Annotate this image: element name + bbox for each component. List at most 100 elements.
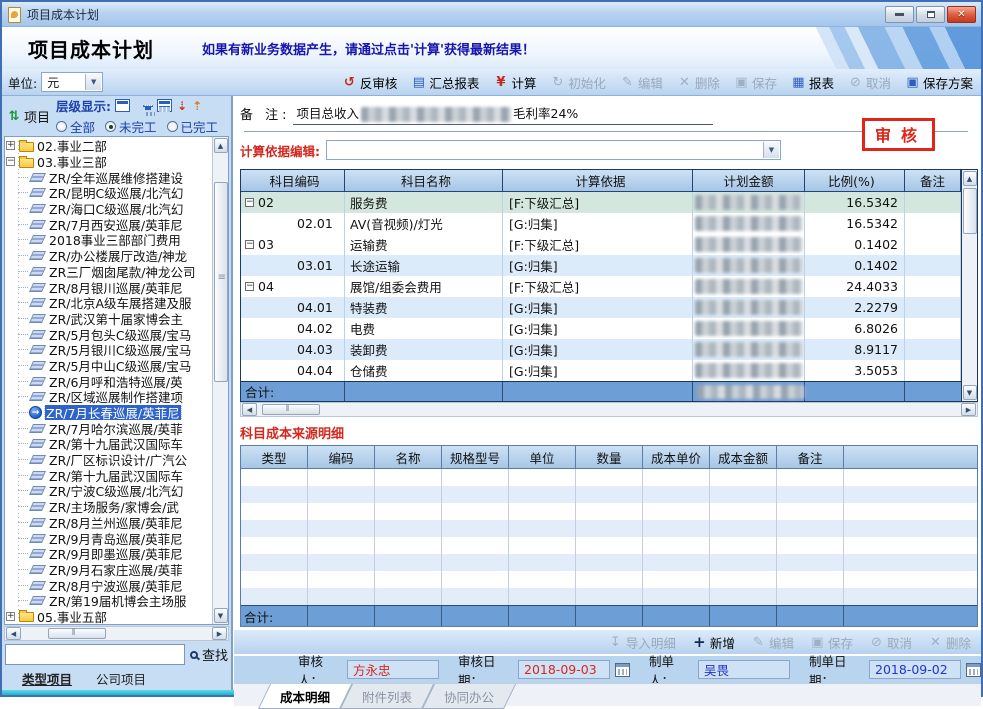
table-row[interactable]: −02服务费[F:下级汇总]16.5342 bbox=[241, 192, 961, 213]
expander-icon[interactable]: + bbox=[6, 612, 15, 621]
tree-horizontal-scrollbar[interactable]: ◀ ▶ bbox=[4, 626, 229, 641]
add-button[interactable]: 新增 bbox=[692, 633, 735, 652]
view-grid-icon[interactable] bbox=[157, 99, 172, 112]
audit-undo-button[interactable]: 反审核 bbox=[342, 73, 398, 92]
maker-field[interactable]: 吴畏 bbox=[698, 660, 790, 679]
tree-vertical-scrollbar[interactable]: ▲ ▼ bbox=[212, 137, 228, 624]
tab-公司项目[interactable]: 公司项目 bbox=[86, 667, 160, 690]
scroll-thumb[interactable] bbox=[262, 404, 320, 415]
expander-icon[interactable]: + bbox=[6, 141, 15, 150]
collapse-icon[interactable]: − bbox=[245, 282, 254, 291]
view-dots-icon[interactable] bbox=[143, 105, 153, 107]
tree-item[interactable]: −03.事业三部 bbox=[5, 154, 212, 170]
calc-basis-select[interactable]: ▼ bbox=[326, 140, 781, 160]
tree-item[interactable]: +02.事业二部 bbox=[5, 138, 212, 154]
cost-table-vertical-scrollbar[interactable]: ▲ ▼ bbox=[961, 170, 977, 401]
tree-item[interactable]: ZR/第十九届武汉国际车 bbox=[5, 467, 212, 483]
tree-item[interactable]: ZR/厂区标识设计/广汽公 bbox=[5, 452, 212, 468]
tree-item[interactable]: ZR三厂烟囱尾款/神龙公司 bbox=[5, 264, 212, 280]
scroll-left-icon[interactable]: ◀ bbox=[6, 627, 21, 640]
radio-未完工[interactable]: 未完工 bbox=[105, 117, 157, 136]
tree-item[interactable]: ZR/8月兰州巡展/英菲尼 bbox=[5, 515, 212, 531]
table-row[interactable]: 03.01长途运输[G:归集]0.1402 bbox=[241, 255, 961, 276]
tree-item[interactable]: +05.事业五部 bbox=[5, 609, 212, 624]
remark-field[interactable]: 项目总收入 毛利率24% bbox=[293, 101, 713, 125]
tree-item[interactable]: ZR/5月中山C级巡展/宝马 bbox=[5, 358, 212, 374]
tree-item[interactable]: ZR/昆明C级巡展/北汽幻 bbox=[5, 185, 212, 201]
collapse-icon[interactable]: − bbox=[245, 240, 254, 249]
make-date-field[interactable]: 2018-09-02 bbox=[869, 660, 961, 679]
scroll-right-icon[interactable]: ▶ bbox=[212, 627, 227, 640]
empty-detail-row[interactable] bbox=[241, 588, 977, 605]
empty-detail-row[interactable] bbox=[241, 520, 977, 537]
chevron-down-icon[interactable]: ▼ bbox=[85, 74, 101, 90]
minimize-button[interactable] bbox=[885, 6, 914, 23]
calendar-icon[interactable] bbox=[615, 663, 630, 677]
view-simple-icon[interactable] bbox=[115, 99, 130, 112]
tree-item[interactable]: ZR/宁波C级巡展/北汽幻 bbox=[5, 483, 212, 499]
table-row[interactable]: 04.01特装费[G:归集]2.2279 bbox=[241, 297, 961, 318]
tree-item[interactable]: ZR/8月银川巡展/英菲尼 bbox=[5, 279, 212, 295]
search-input[interactable] bbox=[5, 644, 185, 665]
scroll-right-icon[interactable]: ▶ bbox=[961, 403, 976, 416]
review-date-field[interactable]: 2018-09-03 bbox=[518, 660, 610, 679]
close-button[interactable]: ✕ bbox=[947, 6, 976, 23]
summary-report-button[interactable]: 汇总报表 bbox=[411, 73, 479, 92]
tree-item[interactable]: ZR/5月包头C级巡展/宝马 bbox=[5, 326, 212, 342]
refresh-icon[interactable]: ⇅ bbox=[7, 109, 21, 124]
empty-detail-row[interactable] bbox=[241, 469, 977, 486]
calendar-icon[interactable] bbox=[966, 663, 981, 677]
find-button[interactable]: 查找 bbox=[190, 645, 228, 664]
table-row[interactable]: −04展馆/组委会费用[F:下级汇总]24.4033 bbox=[241, 276, 961, 297]
chevron-down-icon[interactable]: ▼ bbox=[763, 142, 779, 158]
expander-icon[interactable]: − bbox=[6, 157, 15, 166]
tree-item[interactable]: ZR/9月石家庄巡展/英菲 bbox=[5, 562, 212, 578]
restore-button[interactable] bbox=[916, 6, 945, 23]
report-button[interactable]: 报表 bbox=[791, 73, 834, 92]
scroll-up-icon[interactable]: ▲ bbox=[214, 138, 228, 153]
tree-item[interactable]: ZR/办公楼展厅改造/神龙 bbox=[5, 248, 212, 264]
scroll-up-icon[interactable]: ▲ bbox=[963, 171, 977, 186]
tree-item[interactable]: ZR/区域巡展制作搭建项 bbox=[5, 389, 212, 405]
tree-item[interactable]: ZR/第19届机博会主场服 bbox=[5, 593, 212, 609]
tree-item[interactable]: ZR/武汉第十届家博会主 bbox=[5, 311, 212, 327]
tree-item[interactable]: ZR/海口C级巡展/北汽幻 bbox=[5, 201, 212, 217]
empty-detail-row[interactable] bbox=[241, 537, 977, 554]
empty-detail-row[interactable] bbox=[241, 503, 977, 520]
tree-item[interactable]: →ZR/7月长春巡展/英菲尼 bbox=[5, 405, 212, 421]
table-row[interactable]: −03运输费[F:下级汇总]0.1402 bbox=[241, 234, 961, 255]
tree-item[interactable]: ZR/7月哈尔滨巡展/英菲 bbox=[5, 420, 212, 436]
scroll-down-icon[interactable]: ▼ bbox=[963, 385, 977, 400]
sort-ascending-icon[interactable]: ⇡ bbox=[192, 99, 202, 113]
scroll-left-icon[interactable]: ◀ bbox=[242, 403, 257, 416]
tree-item[interactable]: ZR/9月青岛巡展/英菲尼 bbox=[5, 530, 212, 546]
scroll-down-icon[interactable]: ▼ bbox=[214, 608, 228, 623]
cost-table-horizontal-scrollbar[interactable]: ◀ ▶ bbox=[240, 402, 978, 417]
reviewer-field[interactable]: 方永忠 bbox=[347, 660, 439, 679]
tree-item[interactable]: ZR/9月即墨巡展/英菲尼 bbox=[5, 546, 212, 562]
tree-item[interactable]: ZR/7月西安巡展/英菲尼 bbox=[5, 216, 212, 232]
tree-item[interactable]: ZR/6月呼和浩特巡展/英 bbox=[5, 373, 212, 389]
tree-item[interactable]: ZR/主场服务/家博会/武 bbox=[5, 499, 212, 515]
tree-item[interactable]: 2018事业三部部门费用 bbox=[5, 232, 212, 248]
empty-detail-row[interactable] bbox=[241, 486, 977, 503]
scroll-thumb[interactable] bbox=[963, 188, 977, 234]
table-row[interactable]: 04.04仓储费[G:归集]3.5053 bbox=[241, 360, 961, 381]
collapse-icon[interactable]: − bbox=[245, 198, 254, 207]
tree-item[interactable]: ZR/北京A级车展搭建及服 bbox=[5, 295, 212, 311]
empty-detail-row[interactable] bbox=[241, 554, 977, 571]
scroll-thumb[interactable] bbox=[214, 182, 228, 382]
tree-item[interactable]: ZR/第十九届武汉国际车 bbox=[5, 436, 212, 452]
table-row[interactable]: 02.01AV(音视频)/灯光[G:归集]16.5342 bbox=[241, 213, 961, 234]
tree-item[interactable]: ZR/5月银川C级巡展/宝马 bbox=[5, 342, 212, 358]
tree-item[interactable]: ZR/全年巡展维修搭建设 bbox=[5, 169, 212, 185]
scroll-thumb[interactable] bbox=[48, 628, 106, 639]
table-row[interactable]: 04.03装卸费[G:归集]8.9117 bbox=[241, 339, 961, 360]
tree-item[interactable]: ZR/8月宁波巡展/英菲尼 bbox=[5, 577, 212, 593]
sort-descending-icon[interactable]: ⇣ bbox=[177, 99, 187, 113]
save-plan-button[interactable]: 保存方案 bbox=[905, 73, 973, 92]
empty-detail-row[interactable] bbox=[241, 571, 977, 588]
table-row[interactable]: 04.02电费[G:归集]6.8026 bbox=[241, 318, 961, 339]
unit-select[interactable]: 元 ▼ bbox=[41, 72, 103, 92]
tab-类型项目[interactable]: 类型项目 bbox=[12, 667, 86, 690]
